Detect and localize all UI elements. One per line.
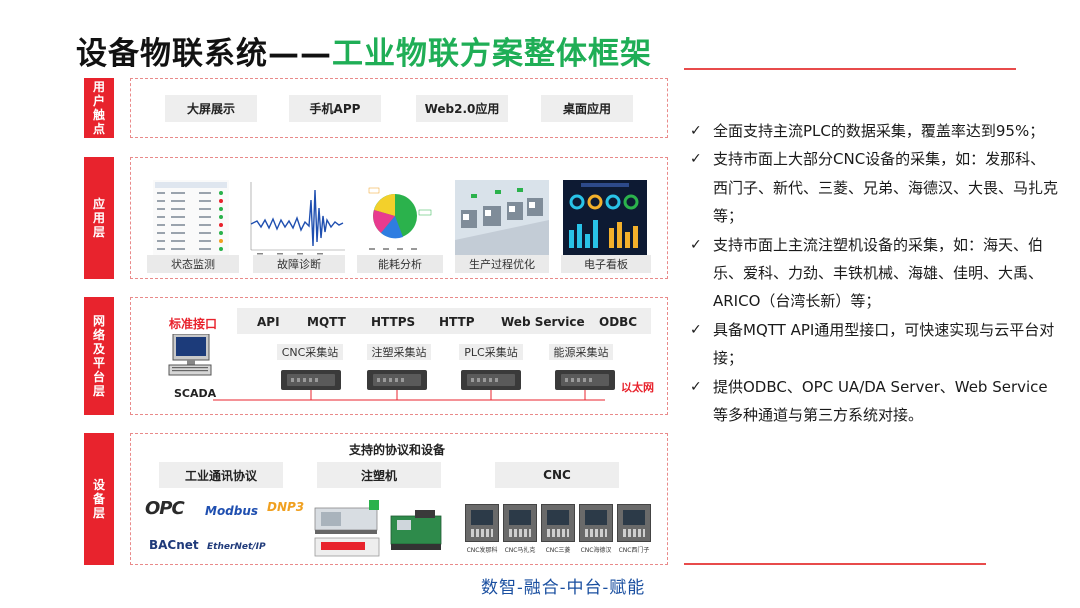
touchpoint-web-app: Web2.0应用 [416,95,508,122]
app-digital-board: 电子看板 [561,255,651,273]
check-icon: ✓ [690,321,702,338]
check-icon: ✓ [690,236,702,253]
check-icon: ✓ [690,123,702,139]
cnc-machine-mitsubishi [541,504,575,542]
station-cnc: CNC采集站 [277,344,343,360]
protocol-api: API [257,315,280,329]
process-optimization-thumbnail [455,180,549,258]
layer-box-device: 支持的协议和设备 工业通讯协议 注塑机 CNC OPC Modbus DNP3 … [130,433,668,565]
energy-gateway-device [555,370,615,390]
app-process-optimization: 生产过程优化 [455,255,549,273]
opc-logo: OPC [145,498,185,519]
ethernet-label: 以太网 [621,381,654,394]
feature-list: ✓ 全面支持主流PLC的数据采集，覆盖率达到95%； ✓ 支持市面上大部分CNC设备… [690,117,1060,429]
layer-label-app: 应用层 [84,157,114,279]
touchpoint-desktop-app: 桌面应用 [541,95,633,122]
ethernet-ip-logo: EtherNet/IP [207,542,266,552]
title-divider [684,68,1016,70]
layer-label-device: 设备层 [84,433,114,565]
standard-interface-label: 标准接口 [169,317,218,331]
feature-item-injection: ✓ 支持市面上主流注塑机设备的采集，如：海天、伯乐、爱科、力劲、丰铁机械、海雄、佳… [690,231,1060,316]
status-monitor-thumbnail [153,180,229,258]
app-status-monitoring: 状态监测 [147,255,239,273]
title-highlight: 工业物联方案整体框架 [332,36,652,72]
feature-item-mqtt: ✓ 具备MQTT API通用型接口，可快速实现与云平台对接； [690,316,1060,373]
check-icon: ✓ [690,378,702,395]
check-icon: ✓ [690,151,702,168]
layer-label-network: 网络及平台层 [84,297,114,415]
app-fault-diagnosis: 故障诊断 [253,255,345,273]
protocol-http: HTTP [439,315,475,329]
feature-item-cnc: ✓ 支持市面上大部分CNC设备的采集，如：发那科、西门子、新代、三菱、兄弟、海德汉… [690,145,1060,230]
cnc-label-heidenhain: CNC海德汉 [580,547,612,554]
cnc-machine-mazak [503,504,537,542]
layer-label-user: 用户触点 [84,78,114,138]
cnc-machine-heidenhain [579,504,613,542]
protocol-odbc: ODBC [599,315,638,329]
layer-box-user: 大屏展示 手机APP Web2.0应用 桌面应用 [130,78,668,138]
protocol-mqtt: MQTT [307,315,346,329]
station-energy: 能源采集站 [549,344,613,360]
touchpoint-big-screen: 大屏展示 [165,95,257,122]
digital-board-thumbnail [563,180,647,258]
slogan: 数智-融合-中台-赋能 [481,578,646,598]
protocol-web-service: Web Service [501,315,585,329]
plc-gateway-device [461,370,521,390]
category-injection-machine: 注塑机 [317,462,441,488]
protocol-https: HTTPS [371,315,416,329]
injection-machine-image [314,500,442,557]
scada-label: SCADA [174,387,217,400]
footer-divider [684,563,986,565]
injection-gateway-device [367,370,427,390]
energy-analysis-thumbnail [365,180,435,258]
ethernet-connection-line [213,390,605,401]
bacnet-logo: BACnet [149,538,199,552]
scada-computer-icon [168,334,212,376]
title-main: 设备物联系统—— [76,36,332,72]
category-industrial-protocol: 工业通讯协议 [159,462,283,488]
cnc-gateway-device [281,370,341,390]
page-title: 设备物联系统——工业物联方案整体框架 [76,28,652,73]
app-energy-analysis: 能耗分析 [357,255,443,273]
station-injection: 注塑采集站 [367,344,431,360]
cnc-label-siemens: CNC西门子 [618,547,650,554]
cnc-machine-fanuc [465,504,499,542]
layer-box-app: 状态监测 故障诊断 能耗分析 生产过程优化 电子看板 [130,157,668,279]
device-heading: 支持的协议和设备 [349,443,446,457]
dnp3-logo: DNP3 [267,500,305,514]
feature-item-odbc: ✓ 提供ODBC、OPC UA/DA Server、Web Service等多种通… [690,373,1060,430]
layer-box-network: 标准接口 API MQTT HTTPS HTTP Web Service ODB… [130,297,668,415]
fault-diagnosis-thumbnail [247,180,347,258]
modbus-logo: Modbus [205,504,259,518]
feature-item-plc: ✓ 全面支持主流PLC的数据采集，覆盖率达到95%； [690,117,1060,145]
cnc-label-mazak: CNC马扎克 [504,547,536,554]
touchpoint-mobile-app: 手机APP [289,95,381,122]
cnc-label-fanuc: CNC发那科 [466,547,498,554]
station-plc: PLC采集站 [459,344,523,360]
category-cnc: CNC [495,462,619,488]
cnc-label-mitsubishi: CNC三菱 [545,547,571,554]
cnc-machine-siemens [617,504,651,542]
